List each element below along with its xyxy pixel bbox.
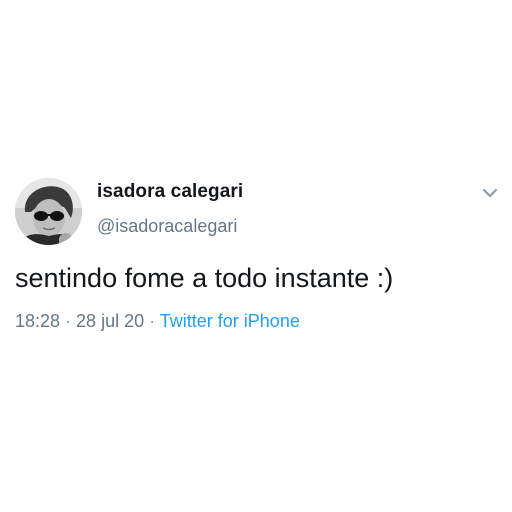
tweet-source-link[interactable]: Twitter for iPhone	[160, 311, 300, 331]
display-name[interactable]: isadora calegari	[97, 181, 243, 203]
tweet-text: sentindo fome a todo instante :)	[15, 263, 394, 293]
tweet-card: isadora calegari @isadoracalegari sentin…	[0, 0, 512, 512]
tweet-time[interactable]: 18:28	[15, 311, 60, 331]
tweet-meta: 18:28 · 28 jul 20 · Twitter for iPhone	[15, 311, 300, 332]
avatar-image	[15, 178, 82, 245]
user-handle[interactable]: @isadoracalegari	[97, 216, 237, 237]
tweet-date[interactable]: 28 jul 20	[76, 311, 144, 331]
chevron-down-icon[interactable]	[481, 186, 499, 200]
meta-separator-2: ·	[144, 311, 160, 331]
avatar[interactable]	[15, 178, 82, 245]
meta-separator: ·	[60, 311, 77, 331]
